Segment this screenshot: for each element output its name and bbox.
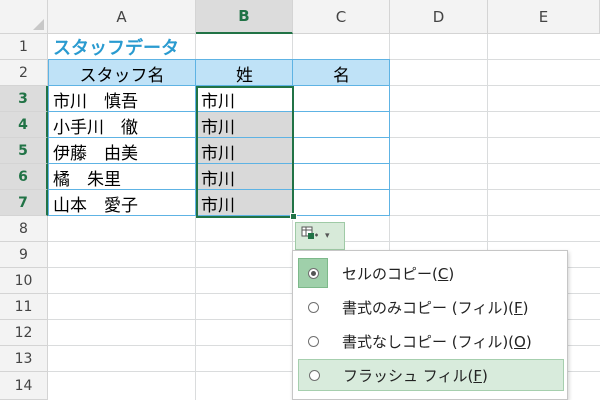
row-header-6[interactable]: 6 bbox=[0, 164, 48, 190]
menu-item-flash-fill[interactable]: フラッシュ フィル(F) bbox=[298, 359, 564, 391]
cell-a1[interactable]: スタッフデータ bbox=[48, 34, 248, 60]
radio-unchecked-icon bbox=[308, 369, 320, 381]
radio-unchecked-icon bbox=[307, 301, 319, 313]
row-header-1[interactable]: 1 bbox=[0, 34, 48, 60]
row-header-5[interactable]: 5 bbox=[0, 138, 48, 164]
row-header-13[interactable]: 13 bbox=[0, 346, 48, 372]
row-header-3[interactable]: 3 bbox=[0, 86, 48, 112]
menu-item-fill-without-formatting[interactable]: 書式なしコピー (フィル)(O) bbox=[298, 325, 564, 357]
menu-item-fill-formatting-only[interactable]: 書式のみコピー (フィル)(F) bbox=[298, 291, 564, 323]
radio-flash-fill[interactable] bbox=[299, 360, 329, 390]
radio-checked-icon bbox=[307, 267, 319, 279]
row-header-9[interactable]: 9 bbox=[0, 242, 48, 268]
autofill-options-menu: セルのコピー(C) 書式のみコピー (フィル)(F) 書式なしコピー (フィル)… bbox=[292, 250, 568, 400]
cell-c2[interactable]: 名 bbox=[293, 60, 390, 86]
autofill-options-icon bbox=[301, 226, 319, 246]
column-header-e[interactable]: E bbox=[488, 0, 600, 34]
radio-unchecked-icon bbox=[307, 335, 319, 347]
row-header-10[interactable]: 10 bbox=[0, 268, 48, 294]
radio-fill-without-formatting[interactable] bbox=[298, 326, 328, 356]
table-border bbox=[389, 59, 390, 216]
cell-a5[interactable]: 伊藤 由美 bbox=[48, 138, 195, 164]
row-header-2[interactable]: 2 bbox=[0, 60, 48, 86]
cell-b2[interactable]: 姓 bbox=[196, 60, 293, 86]
column-header-a[interactable]: A bbox=[48, 0, 196, 34]
row-header-14[interactable]: 14 bbox=[0, 372, 48, 400]
menu-item-label: セルのコピー(C) bbox=[342, 264, 455, 283]
chevron-down-icon: ▾ bbox=[325, 231, 330, 241]
radio-copy-cells[interactable] bbox=[298, 258, 328, 288]
row-header-12[interactable]: 12 bbox=[0, 320, 48, 346]
cell-a2[interactable]: スタッフ名 bbox=[48, 60, 196, 86]
row-header-7[interactable]: 7 bbox=[0, 190, 48, 216]
select-all-corner[interactable] bbox=[0, 0, 48, 34]
menu-item-label: 書式なしコピー (フィル)(O) bbox=[342, 332, 532, 351]
column-header-c[interactable]: C bbox=[293, 0, 390, 34]
row-header-4[interactable]: 4 bbox=[0, 112, 48, 138]
row-header-8[interactable]: 8 bbox=[0, 216, 48, 242]
spreadsheet: A B C D E 1 2 3 4 5 6 7 8 9 10 11 12 13 … bbox=[0, 0, 600, 400]
column-header-d[interactable]: D bbox=[390, 0, 488, 34]
cell-a6[interactable]: 橘 朱里 bbox=[48, 164, 195, 190]
selection-range bbox=[196, 86, 294, 218]
select-all-triangle-icon bbox=[33, 19, 44, 30]
cell-a7[interactable]: 山本 愛子 bbox=[48, 190, 195, 216]
autofill-options-button[interactable]: ▾ bbox=[295, 222, 345, 250]
fill-handle[interactable] bbox=[290, 213, 297, 220]
table-border bbox=[48, 59, 390, 60]
radio-fill-formatting-only[interactable] bbox=[298, 292, 328, 322]
column-header-b[interactable]: B bbox=[196, 0, 293, 34]
cell-a3[interactable]: 市川 慎吾 bbox=[48, 86, 195, 112]
cell-a4[interactable]: 小手川 徹 bbox=[48, 112, 195, 138]
menu-item-label: フラッシュ フィル(F) bbox=[343, 366, 488, 385]
row-header-11[interactable]: 11 bbox=[0, 294, 48, 320]
menu-item-label: 書式のみコピー (フィル)(F) bbox=[342, 298, 529, 317]
menu-item-copy-cells[interactable]: セルのコピー(C) bbox=[298, 257, 564, 289]
